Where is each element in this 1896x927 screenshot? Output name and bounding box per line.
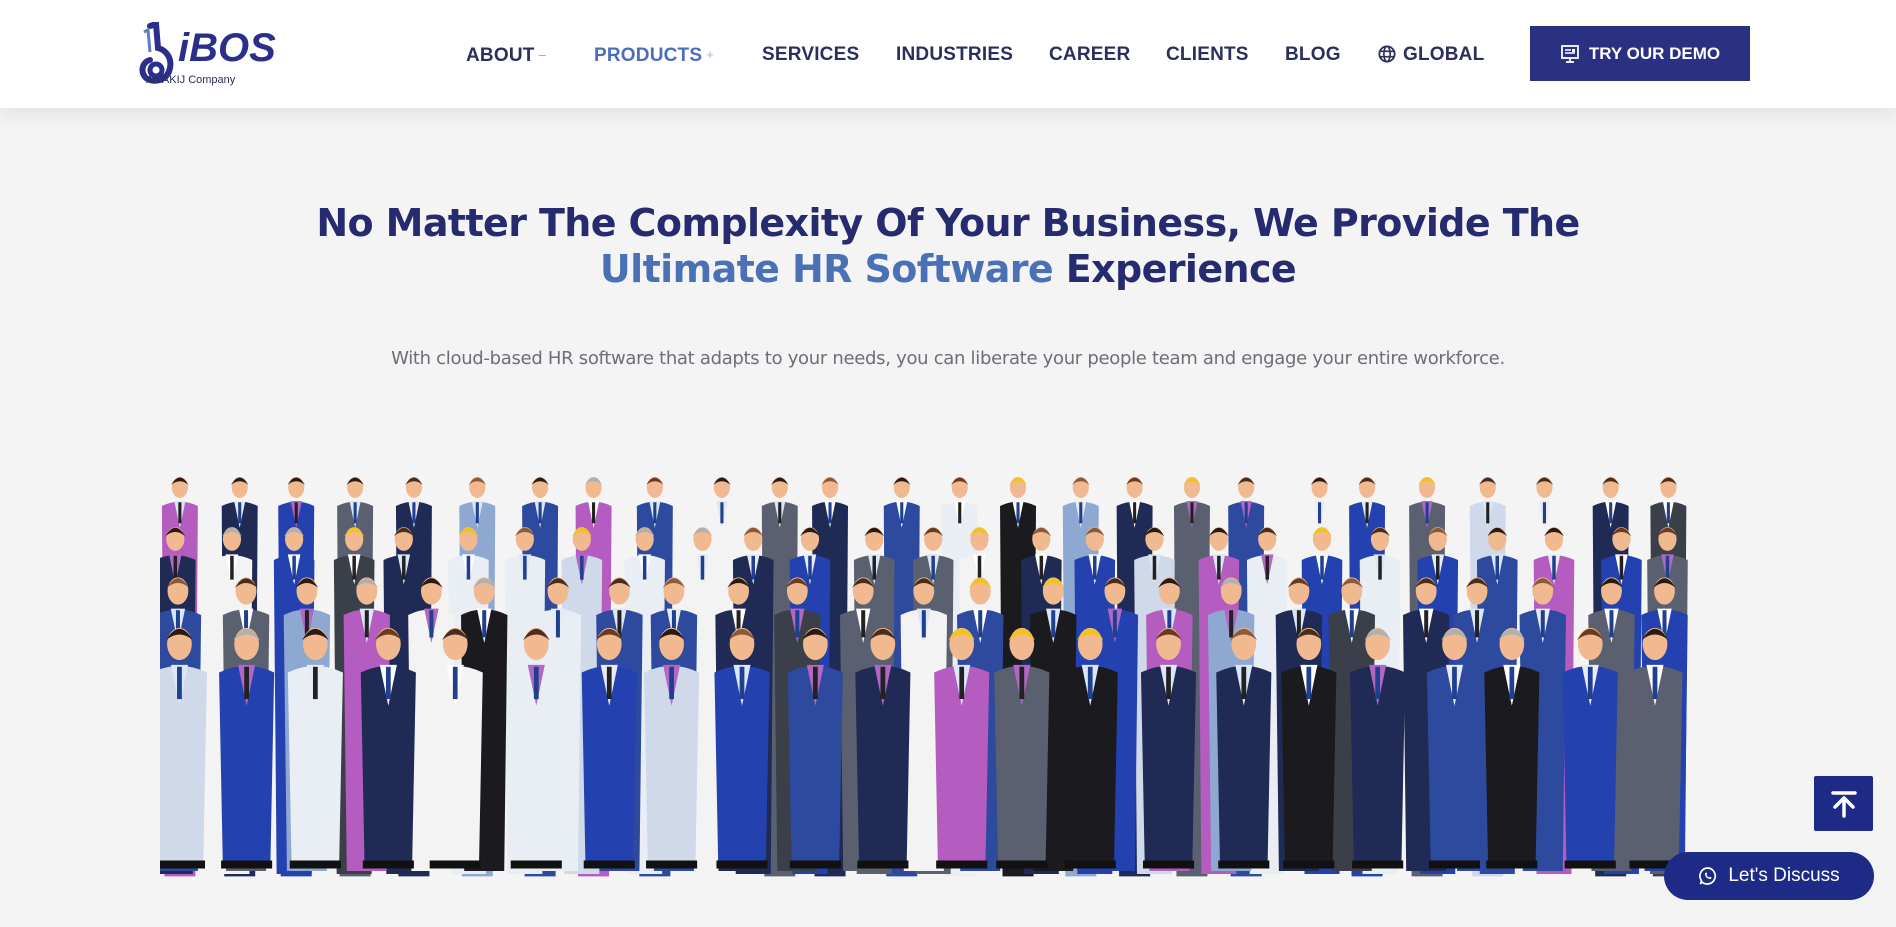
nav-item-services[interactable]: SERVICES [762,40,859,70]
logo-tagline: An AKIJ Company [146,74,236,86]
logo-wordmark: iBOS [178,26,276,70]
nav-item-clients[interactable]: CLIENTS [1166,40,1249,70]
nav-item-products[interactable]: PRODUCTS + [594,40,714,70]
lets-discuss-label: Let's Discuss [1728,865,1840,886]
ibos-logo[interactable]: iBOS An AKIJ Company [136,22,286,90]
hero-title: No Matter The Complexity Of Your Busines… [0,200,1896,292]
nav-item-label: ABOUT [466,45,535,66]
try-demo-button[interactable]: TRY OUR DEMO [1530,26,1750,81]
nav-item-label: CLIENTS [1166,44,1249,65]
hero-subtitle: With cloud-based HR software that adapts… [391,348,1505,369]
hero-title-line1: No Matter The Complexity Of Your Busines… [316,201,1580,245]
expand-icon: + [706,47,715,62]
nav-item-label: GLOBAL [1403,44,1485,65]
globe-icon [1378,45,1396,63]
site-header: iBOS An AKIJ Company ABOUT – PRODUCTS + SE… [0,0,1896,108]
nav-item-label: PRODUCTS [594,45,703,66]
hero-title-rest: Experience [1053,247,1297,291]
try-demo-label: TRY OUR DEMO [1588,43,1721,63]
nav-item-career[interactable]: CAREER [1049,40,1130,70]
whatsapp-icon [1699,867,1717,885]
nav-item-industries[interactable]: INDUSTRIES [896,40,1013,70]
nav-item-global[interactable]: GLOBAL [1378,40,1484,70]
nav-item-label: CAREER [1049,44,1131,65]
nav-item-label: SERVICES [762,44,860,65]
arrow-up-to-top-icon [1830,790,1857,818]
collapse-icon: – [538,47,546,62]
nav-item-blog[interactable]: BLOG [1285,40,1341,70]
nav-item-about[interactable]: ABOUT – [466,40,546,70]
nav-item-label: BLOG [1285,44,1341,65]
monitor-icon [1560,44,1579,63]
lets-discuss-button[interactable]: Let's Discuss [1664,852,1874,900]
scroll-to-top-button[interactable] [1814,776,1873,831]
crowd-illustration [160,476,1688,877]
nav-item-label: INDUSTRIES [896,44,1014,65]
hero-title-highlight: Ultimate HR Software [599,247,1054,291]
